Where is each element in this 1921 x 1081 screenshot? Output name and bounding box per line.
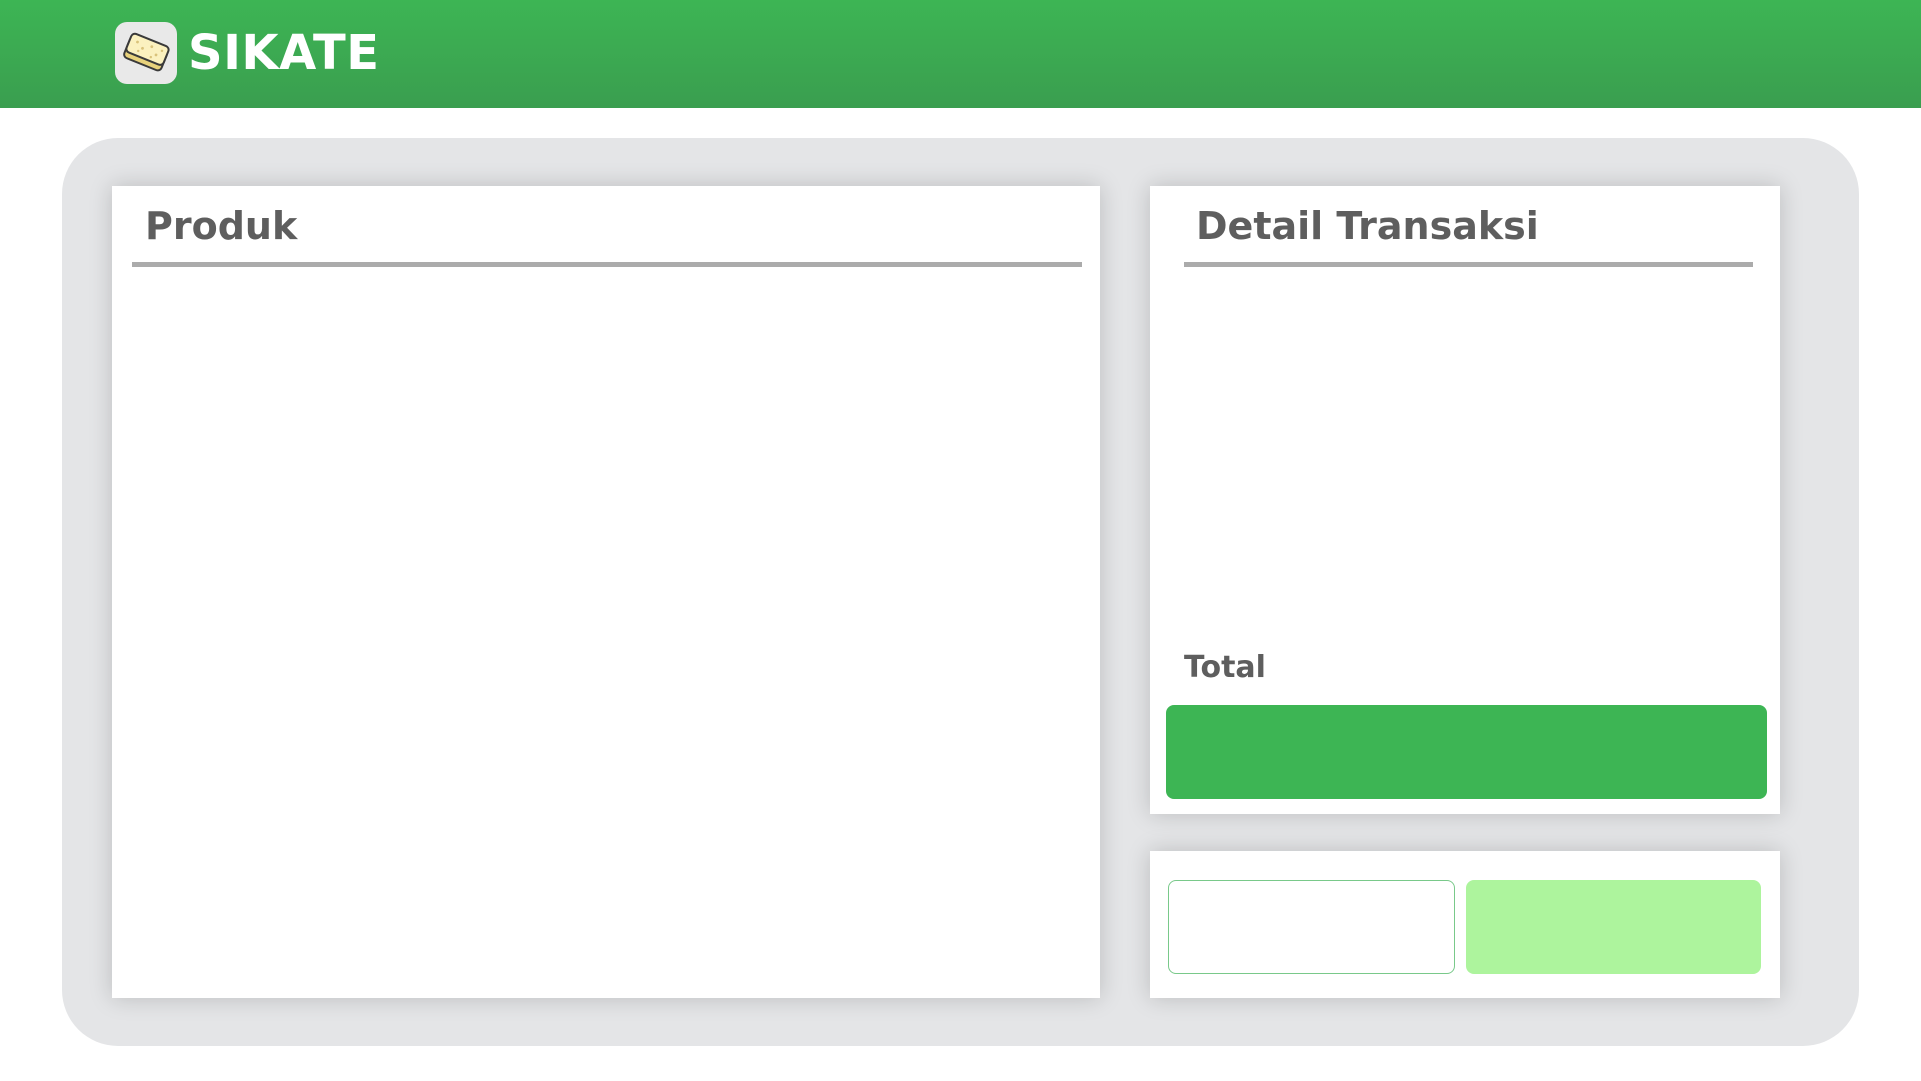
total-label: Total [1184, 650, 1266, 685]
secondary-action-button[interactable] [1168, 880, 1455, 974]
brand-name: SIKATE [188, 25, 380, 81]
actions-panel [1150, 851, 1780, 998]
primary-action-button[interactable] [1466, 880, 1761, 974]
tempe-logo-icon [115, 22, 177, 84]
produk-panel: Produk [112, 186, 1100, 998]
app-header: SIKATE [0, 0, 1921, 108]
detail-divider [1184, 262, 1753, 267]
main-wrapper: Produk Detail Transaksi Total [62, 138, 1859, 1046]
produk-divider [132, 262, 1082, 267]
produk-title: Produk [145, 204, 298, 248]
total-value-display [1166, 705, 1767, 799]
detail-transaksi-panel: Detail Transaksi Total [1150, 186, 1780, 814]
detail-transaksi-title: Detail Transaksi [1196, 204, 1539, 248]
